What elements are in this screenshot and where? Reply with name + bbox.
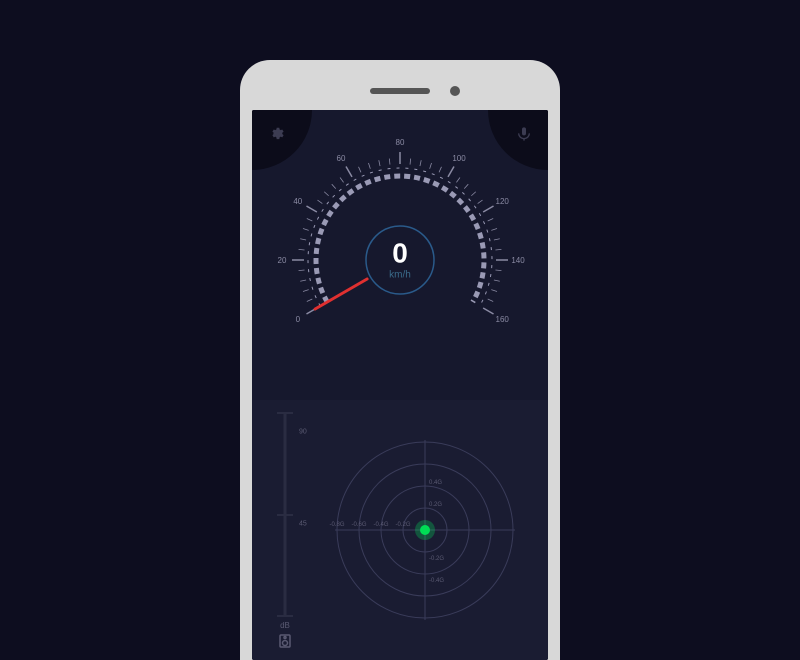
gauge-minor-tick (299, 270, 305, 271)
gauge-scale-label: 40 (293, 197, 302, 206)
gauge-minor-tick (359, 167, 361, 172)
db-label-45: 45 (299, 520, 307, 527)
gauge-scale-label: 120 (496, 197, 510, 206)
gauge-minor-tick (317, 200, 322, 204)
gauge-minor-tick (495, 249, 501, 250)
gauge-scale-label: 160 (496, 315, 510, 324)
gauge-minor-tick (491, 290, 497, 292)
g-axis-label: -0.2G (429, 556, 444, 562)
g-axis-label: 0.2G (429, 502, 442, 508)
db-tick (277, 514, 293, 516)
gauge-minor-tick (478, 200, 483, 204)
gauge-minor-tick (488, 219, 493, 221)
db-tick (277, 615, 293, 617)
speed-needle (315, 279, 367, 309)
phone-front-camera (450, 86, 460, 96)
gauge-minor-tick (299, 249, 305, 250)
gauge-minor-tick (471, 192, 475, 196)
gauge-major-tick (346, 166, 352, 176)
gauge-minor-tick (303, 290, 309, 292)
gauge-scale-label: 0 (296, 315, 301, 324)
phone-frame: 0 20 40 60 80 100 120 140 160 0 km/h 90 45 (240, 60, 560, 660)
gauge-scale-label: 20 (278, 256, 287, 265)
gauge-scale-label: 140 (511, 256, 525, 265)
gauge-major-tick (306, 206, 316, 212)
gauge-minor-tick (332, 184, 336, 188)
db-meter: 90 45 dB (260, 412, 310, 648)
db-unit-label: dB (280, 621, 290, 630)
db-label-90: 90 (299, 429, 307, 436)
gauge-minor-tick (324, 192, 328, 196)
gauge-minor-tick (389, 159, 390, 165)
g-force-dot (420, 525, 430, 535)
gauge-major-tick (483, 308, 493, 314)
gauge-scale-label: 100 (452, 154, 466, 163)
g-axis-label: -0.6G (351, 522, 366, 528)
db-tick (277, 412, 293, 414)
g-force-meter: 0.4G 0.2G -0.2G -0.4G -0.8G -0.6G -0.4G -0.2G (310, 412, 540, 648)
gauge-minor-tick (307, 219, 312, 221)
g-axis-label: -0.2G (395, 522, 410, 528)
phone-speaker-slot (370, 88, 430, 94)
gauge-minor-tick (494, 280, 500, 281)
g-axis-label: -0.8G (329, 522, 344, 528)
app-screen: 0 20 40 60 80 100 120 140 160 0 km/h 90 45 (252, 110, 548, 660)
gauge-minor-tick (379, 160, 380, 166)
gauge-minor-tick (307, 299, 312, 301)
gauge-major-tick (448, 166, 454, 176)
speedometer-gauge: 0 20 40 60 80 100 120 140 160 0 km/h (270, 130, 530, 390)
gauge-center-display: 0 km/h (389, 240, 411, 281)
gauge-minor-tick (456, 177, 460, 182)
gauge-minor-tick (410, 159, 411, 165)
sensors-panel: 90 45 dB 0.4G 0.2G -0.2G -0.4G -0.8G -0.6G -0.… (252, 400, 548, 660)
gauge-minor-tick (430, 163, 432, 169)
g-axis-label: 0.4G (429, 480, 442, 486)
gauge-minor-tick (300, 239, 306, 240)
speed-unit: km/h (389, 270, 411, 281)
gauge-minor-tick (420, 160, 421, 166)
gauge-scale-label: 80 (396, 138, 405, 147)
gauge-scale-label: 60 (337, 154, 346, 163)
gauge-minor-tick (340, 177, 344, 182)
gauge-minor-tick (491, 228, 497, 230)
gauge-minor-tick (495, 270, 501, 271)
gauge-minor-tick (300, 280, 306, 281)
speaker-icon (279, 634, 291, 648)
speedometer-panel: 0 20 40 60 80 100 120 140 160 0 km/h (252, 110, 548, 400)
gauge-minor-tick (303, 228, 309, 230)
db-scale: 90 45 (260, 412, 310, 615)
gauge-minor-tick (368, 163, 370, 169)
gauge-minor-tick (494, 239, 500, 240)
speed-value: 0 (389, 240, 411, 268)
g-meter-svg: 0.4G 0.2G -0.2G -0.4G -0.8G -0.6G -0.4G -0.2G (325, 430, 525, 630)
gauge-minor-tick (439, 167, 441, 172)
gauge-minor-tick (488, 299, 493, 301)
g-axis-label: -0.4G (373, 522, 388, 528)
gauge-major-tick (483, 206, 493, 212)
g-axis-label: -0.4G (429, 578, 444, 584)
gauge-minor-tick (464, 184, 468, 188)
